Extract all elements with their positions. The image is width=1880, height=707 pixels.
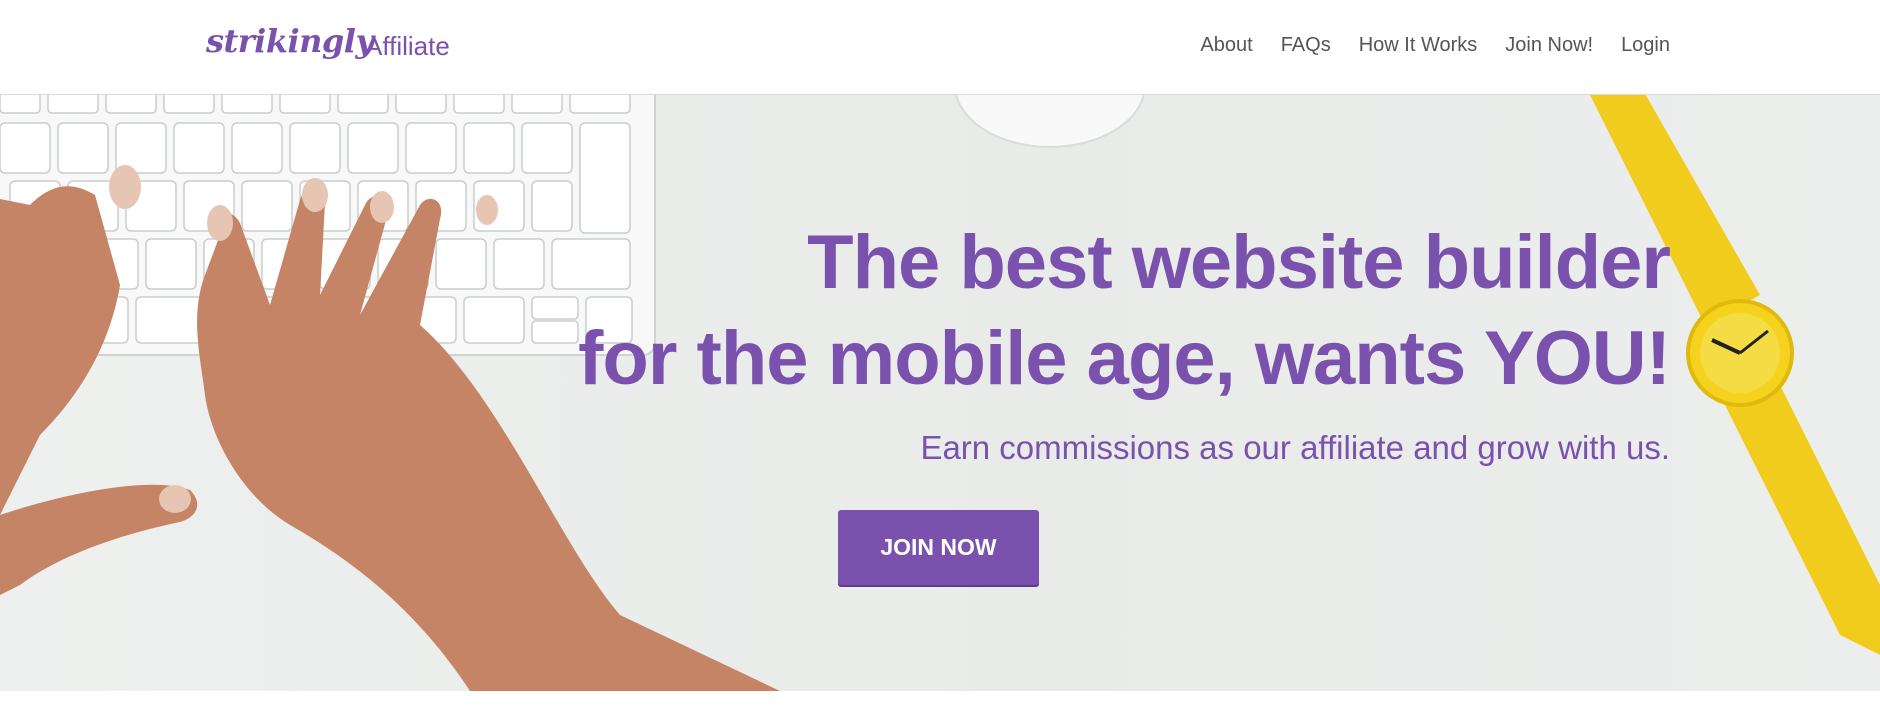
join-now-button[interactable]: JOIN NOW	[838, 510, 1039, 585]
nav-join-now-link[interactable]: Join Now!	[1505, 34, 1593, 57]
site-header: strikingly Affiliate About FAQs How It W…	[0, 0, 1880, 95]
nav-login-link[interactable]: Login	[1621, 34, 1670, 57]
nav-faqs-link[interactable]: FAQs	[1281, 34, 1331, 57]
hero-headline-line-2: for the mobile age, wants YOU!	[578, 316, 1671, 401]
hero-section: The best website builder for the mobile …	[0, 95, 1880, 691]
hero-subheadline: Earn commissions as our affiliate and gr…	[920, 429, 1670, 466]
hero-text-block: The best website builder for the mobile …	[470, 215, 1671, 467]
strikingly-logo[interactable]: strikingly	[206, 22, 374, 60]
nav-how-it-works-link[interactable]: How It Works	[1359, 34, 1478, 57]
mouse-image	[955, 95, 1145, 148]
hero-headline-line-1: The best website builder	[807, 220, 1671, 305]
nav-about-link[interactable]: About	[1200, 34, 1252, 57]
affiliate-label: Affiliate	[365, 31, 450, 61]
main-nav: About FAQs How It Works Join Now! Login	[1200, 34, 1670, 57]
hero-headline: The best website builder for the mobile …	[470, 215, 1671, 407]
